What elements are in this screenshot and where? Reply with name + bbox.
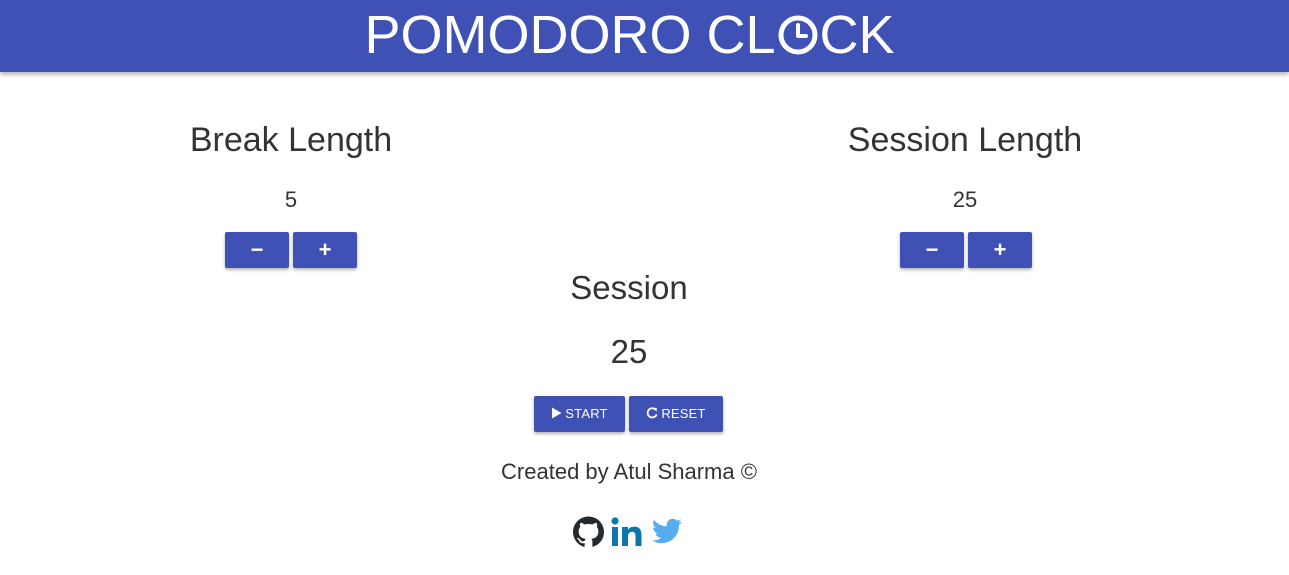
app-header: POMODORO CL CK	[0, 0, 1289, 72]
session-length-heading: Session Length	[847, 121, 1083, 159]
credit-text: Created by Atul Sharma ©	[501, 459, 757, 484]
timer-display: 25	[610, 333, 648, 370]
break-length-value: 5	[284, 187, 298, 212]
break-decrement-button[interactable]: −	[225, 232, 289, 268]
session-increment-button[interactable]: +	[968, 232, 1032, 268]
session-decrement-button[interactable]: −	[900, 232, 964, 268]
session-length-value: 25	[952, 187, 978, 212]
github-icon[interactable]	[573, 516, 604, 548]
linkedin-icon[interactable]	[611, 516, 643, 548]
play-icon	[551, 397, 562, 433]
refresh-icon	[646, 397, 658, 433]
start-button-label: START	[565, 406, 608, 421]
title-text-end: CK	[819, 5, 895, 65]
start-button[interactable]: START	[534, 396, 625, 432]
break-length-heading: Break Length	[189, 121, 393, 159]
clock-icon	[777, 14, 819, 56]
reset-button[interactable]: RESET	[629, 396, 723, 432]
title-text-start: POMODORO CL	[364, 5, 776, 65]
timer-label: Session	[570, 269, 688, 306]
reset-button-label: RESET	[661, 406, 706, 421]
break-increment-button[interactable]: +	[293, 232, 357, 268]
twitter-icon[interactable]	[651, 516, 683, 548]
page-title: POMODORO CL CK	[0, 5, 1259, 65]
